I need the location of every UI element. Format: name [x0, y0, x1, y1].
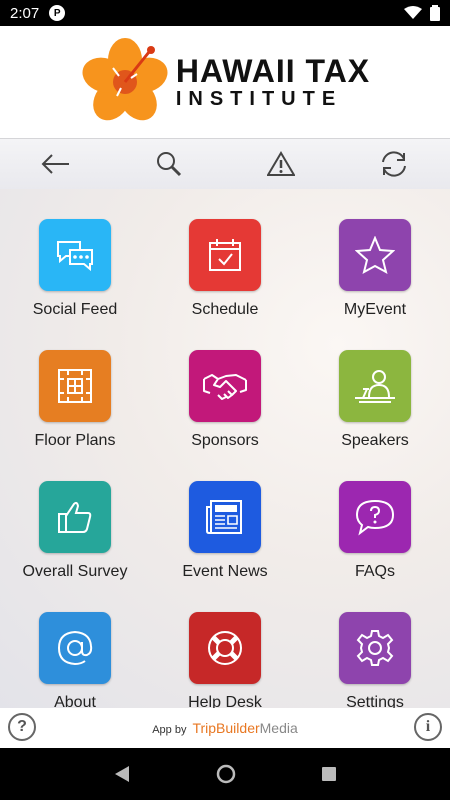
status-time: 2:07	[10, 4, 40, 22]
back-button[interactable]	[36, 144, 76, 184]
schedule-tile[interactable]: Schedule	[150, 219, 300, 350]
overall-survey-tile[interactable]: Overall Survey	[0, 481, 150, 612]
event-news-tile[interactable]: Event News	[150, 481, 300, 612]
hawaii-tax-institute-logo: HAWAII TAX INSTITUTE	[80, 37, 370, 127]
refresh-icon	[381, 151, 406, 177]
wifi-icon	[404, 6, 422, 19]
newspaper-icon	[206, 500, 242, 534]
faqs-tile[interactable]: FAQs	[300, 481, 450, 612]
faqs-label: FAQs	[354, 563, 395, 580]
lifebuoy-icon	[208, 631, 242, 665]
social-feed-button[interactable]	[39, 219, 111, 291]
settings-button[interactable]	[339, 612, 411, 684]
handshake-icon	[203, 374, 247, 400]
question-circle-icon[interactable]: ?	[8, 713, 36, 741]
sponsors-label: Sponsors	[191, 432, 259, 449]
credit-brand-media: Media	[259, 720, 298, 736]
thumbs-up-icon	[58, 501, 92, 533]
app-credit[interactable]: App by TripBuilder Media	[152, 720, 298, 736]
nav-recents-icon[interactable]	[321, 766, 337, 782]
help-desk-button[interactable]	[189, 612, 261, 684]
status-bar: 2:07 P	[0, 0, 450, 26]
system-navigation-bar	[0, 748, 450, 800]
question-bubble-icon	[355, 499, 395, 536]
gear-icon	[356, 630, 394, 666]
myevent-button[interactable]	[339, 219, 411, 291]
help-desk-label: Help Desk	[188, 694, 262, 708]
about-label: About	[54, 694, 96, 708]
search-button[interactable]	[149, 144, 189, 184]
back-arrow-icon	[41, 154, 70, 174]
refresh-button[interactable]	[374, 144, 414, 184]
sponsors-button[interactable]	[189, 350, 261, 422]
myevent-label: MyEvent	[343, 301, 407, 318]
calendar-icon	[209, 239, 241, 271]
schedule-label: Schedule	[191, 301, 259, 318]
toolbar	[0, 138, 450, 190]
info-circle-icon[interactable]: i	[414, 713, 442, 741]
speaker-icon	[355, 370, 395, 403]
overall-survey-label: Overall Survey	[22, 563, 128, 580]
footer-bar: ? App by TripBuilder Media i	[0, 708, 450, 748]
nav-back-icon[interactable]	[113, 765, 131, 783]
event-news-label: Event News	[182, 563, 268, 580]
logo-subtitle: INSTITUTE	[175, 88, 343, 110]
notification-badge-icon: P	[49, 5, 66, 21]
event-news-button[interactable]	[189, 481, 261, 553]
faqs-button[interactable]	[339, 481, 411, 553]
nav-home-icon[interactable]	[216, 764, 236, 784]
speakers-tile[interactable]: Speakers	[300, 350, 450, 481]
alert-button[interactable]	[261, 144, 301, 184]
schedule-button[interactable]	[189, 219, 261, 291]
floor-plans-tile[interactable]: Floor Plans	[0, 350, 150, 481]
myevent-tile[interactable]: MyEvent	[300, 219, 450, 350]
search-icon	[156, 152, 181, 177]
floor-plans-button[interactable]	[39, 350, 111, 422]
menu-grid-area: Social Feed Schedule MyEvent Floor Plans	[0, 189, 450, 708]
settings-label: Settings	[346, 694, 404, 708]
floor-plan-icon	[58, 369, 92, 403]
social-feed-tile[interactable]: Social Feed	[0, 219, 150, 350]
about-button[interactable]	[39, 612, 111, 684]
help-desk-tile[interactable]: Help Desk	[150, 612, 300, 708]
social-feed-label: Social Feed	[32, 301, 118, 318]
star-icon	[355, 236, 395, 274]
credit-prefix: App by	[152, 724, 187, 736]
floor-plans-label: Floor Plans	[34, 432, 116, 449]
at-sign-icon	[57, 630, 93, 666]
chat-bubbles-icon	[57, 241, 93, 272]
settings-tile[interactable]: Settings	[300, 612, 450, 708]
battery-icon	[430, 5, 440, 21]
app-header: HAWAII TAX INSTITUTE	[0, 26, 450, 138]
logo-title: HAWAII TAX	[175, 53, 371, 89]
credit-brand-tripbuilder: TripBuilder	[192, 720, 260, 736]
speakers-label: Speakers	[341, 432, 409, 449]
about-tile[interactable]: About	[0, 612, 150, 708]
sponsors-tile[interactable]: Sponsors	[150, 350, 300, 481]
speakers-button[interactable]	[339, 350, 411, 422]
overall-survey-button[interactable]	[39, 481, 111, 553]
alert-icon	[267, 151, 296, 176]
hibiscus-flower-icon	[82, 38, 168, 121]
